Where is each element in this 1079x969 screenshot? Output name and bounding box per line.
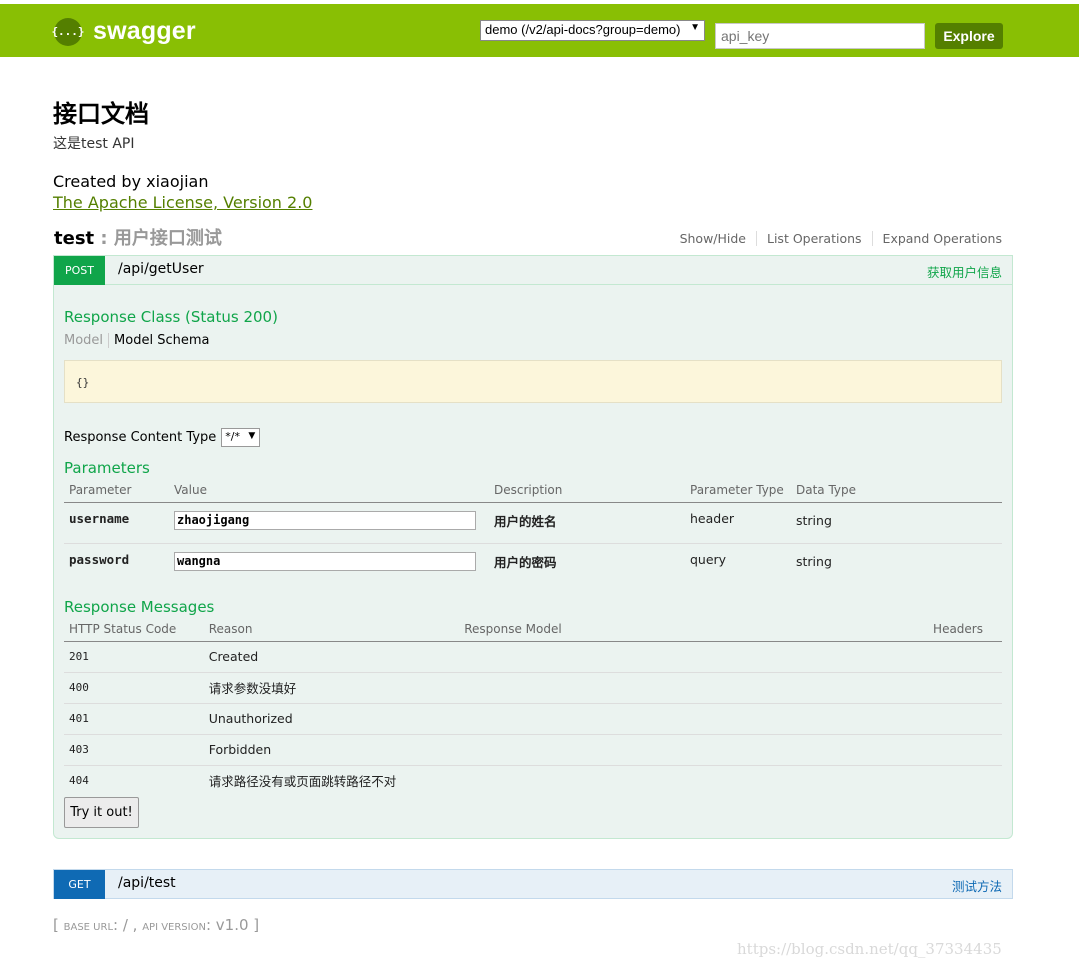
api-description: 这是test API (53, 136, 135, 152)
param-value-cell (169, 543, 489, 584)
get-operation-summary[interactable]: 测试方法 (952, 876, 1002, 895)
post-operation-path[interactable]: /api/getUser (118, 261, 204, 277)
username-input[interactable] (174, 510, 476, 530)
response-content-type-select[interactable]: */* ▼ (221, 428, 261, 447)
get-operation-path[interactable]: /api/test (118, 875, 176, 891)
param-description: 用户的姓名 (489, 502, 685, 544)
status-code: 403 (64, 734, 204, 766)
param-header-parameter: Parameter (64, 482, 169, 503)
table-row: 401 Unauthorized (64, 703, 1002, 735)
resource-links: Show/Hide List Operations Expand Operati… (670, 231, 1002, 246)
api-url-select-value: demo (/v2/api-docs?group=demo) (485, 22, 681, 37)
status-code: 404 (69, 774, 89, 788)
status-code: 201 (64, 641, 204, 673)
api-version-label: api version (142, 922, 206, 933)
try-it-out-button[interactable]: Try it out! (64, 797, 139, 828)
api-url-select[interactable]: demo (/v2/api-docs?group=demo) ▼ (480, 20, 705, 41)
post-operation-header[interactable]: POST /api/getUser 获取用户信息 (54, 256, 1012, 285)
response-class-title: Response Class (Status 200) (64, 308, 278, 326)
swagger-logo-icon: {...} (51, 17, 85, 46)
param-data-type: string (791, 502, 1002, 544)
resource-heading[interactable]: test : 用户接口测试 (54, 224, 222, 250)
param-header-type: Parameter Type (685, 482, 791, 503)
model-tabs: Model Model Schema (64, 333, 209, 348)
model-tab[interactable]: Model (64, 333, 110, 348)
api-version-value: : v1.0 (205, 916, 249, 934)
status-reason: 请求路径没有或页面跳转路径不对 (208, 774, 397, 790)
resp-header-reason: Reason (203, 621, 460, 642)
get-method-badge[interactable]: GET (54, 870, 105, 899)
license-link[interactable]: The Apache License, Version 2.0 (53, 193, 312, 212)
watermark: https://blog.csdn.net/qq_37334435 (737, 940, 1002, 958)
expand-operations-link[interactable]: Expand Operations (873, 231, 1002, 246)
resp-header-code: HTTP Status Code (64, 621, 204, 642)
param-header-description: Description (489, 482, 685, 503)
footer-close-bracket: ] (248, 916, 260, 934)
table-row: 403 Forbidden (64, 734, 1002, 766)
post-operation: POST /api/getUser 获取用户信息 Response Class … (53, 255, 1013, 839)
footer-open-bracket: [ (53, 916, 64, 934)
param-name: username (64, 502, 169, 544)
explore-button[interactable]: Explore (935, 23, 1003, 49)
param-value-cell (169, 502, 489, 544)
show-hide-link[interactable]: Show/Hide (670, 231, 757, 246)
param-type: header (685, 502, 791, 544)
base-url-label: base url (63, 922, 114, 933)
model-schema-tab[interactable]: Model Schema (109, 333, 209, 348)
password-input[interactable] (174, 551, 476, 571)
response-content-type: Response Content Type */* ▼ (64, 428, 261, 447)
resource-description: 用户接口测试 (113, 228, 222, 249)
swagger-logo[interactable]: {...} swagger (51, 17, 196, 46)
response-messages-title: Response Messages (64, 598, 215, 616)
param-description: 用户的密码 (494, 554, 557, 570)
param-header-value: Value (169, 482, 489, 503)
post-operation-summary[interactable]: 获取用户信息 (927, 262, 1002, 281)
resource-separator: : (94, 228, 114, 249)
table-row: 201 Created (64, 641, 1002, 673)
model-schema-box[interactable]: {} (64, 360, 1002, 403)
param-header-data-type: Data Type (791, 482, 1002, 503)
parameters-title: Parameters (64, 459, 150, 477)
list-operations-link[interactable]: List Operations (757, 231, 873, 246)
resp-header-headers: Headers (928, 621, 1002, 642)
table-row: password 用户的密码 query string (64, 543, 1002, 584)
table-row: username 用户的姓名 header string (64, 502, 1002, 544)
param-data-type: string (796, 553, 832, 569)
created-by: Created by xiaojian (53, 172, 209, 191)
parameters-table: Parameter Value Description Parameter Ty… (64, 482, 1002, 584)
resource-name: test (54, 228, 95, 249)
param-name: password (69, 551, 130, 567)
status-code: 400 (64, 672, 204, 704)
get-operation[interactable]: GET /api/test 测试方法 (53, 869, 1013, 899)
top-bar: {...} swagger demo (/v2/api-docs?group=d… (0, 4, 1079, 57)
caret-down-icon: ▼ (248, 431, 256, 441)
response-messages-table: HTTP Status Code Reason Response Model H… (64, 621, 1002, 796)
page-title: 接口文档 (53, 100, 149, 128)
response-content-type-value: */* (225, 430, 240, 443)
status-reason: 请求参数没填好 (203, 672, 460, 704)
status-reason: Created (203, 641, 460, 673)
status-reason: Forbidden (203, 734, 460, 766)
status-code: 401 (64, 703, 204, 735)
caret-down-icon: ▼ (690, 22, 700, 33)
swagger-logo-text: swagger (93, 17, 196, 45)
base-url-value: : / , (113, 916, 143, 934)
table-row: 400 请求参数没填好 (64, 672, 1002, 704)
table-row: 404 请求路径没有或页面跳转路径不对 (64, 765, 1002, 796)
status-reason: Unauthorized (203, 703, 460, 735)
response-content-type-label: Response Content Type (64, 430, 217, 445)
api-key-input[interactable] (715, 23, 925, 49)
footer-info: [ base url: / , api version: v1.0 ] (53, 916, 259, 934)
post-method-badge[interactable]: POST (54, 256, 105, 285)
resp-header-model: Response Model (459, 621, 929, 642)
param-type: query (690, 551, 727, 567)
